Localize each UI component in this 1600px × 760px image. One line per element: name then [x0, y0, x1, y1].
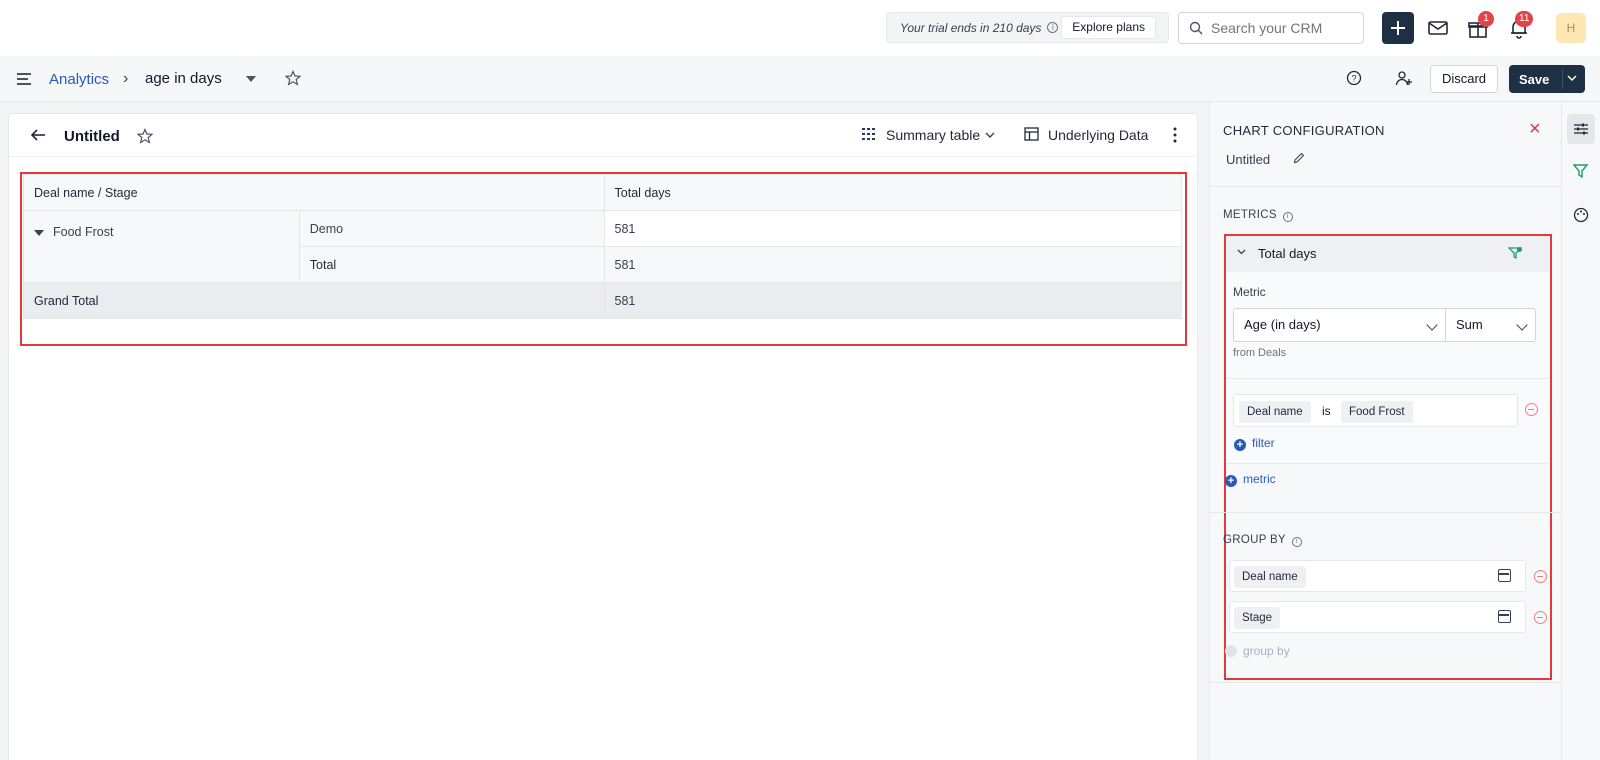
info-icon[interactable]: i	[1291, 537, 1302, 547]
save-label: Save	[1519, 72, 1550, 87]
more-options-icon[interactable]	[1173, 127, 1177, 143]
info-icon[interactable]: i	[1282, 212, 1293, 222]
groupby-chip[interactable]: Stage	[1234, 607, 1281, 629]
back-arrow-icon[interactable]	[30, 128, 46, 142]
groupby-section-label: GROUP BY i	[1223, 534, 1302, 547]
add-metric-link[interactable]: + metric	[1225, 472, 1276, 487]
column-header[interactable]: Deal name / Stage	[23, 174, 605, 211]
star-icon[interactable]	[137, 128, 153, 144]
right-rail	[1561, 102, 1600, 760]
filter-value-chip[interactable]: Food Frost	[1341, 401, 1413, 423]
report-name[interactable]: age in days	[145, 70, 222, 87]
divider	[1209, 186, 1561, 187]
column-header[interactable]: Total days	[603, 174, 1183, 211]
deal-name: Food Frost	[53, 225, 114, 239]
panel-title: CHART CONFIGURATION	[1223, 123, 1385, 138]
plus-circle-icon: +	[1234, 439, 1246, 451]
filter-check-icon[interactable]	[1508, 246, 1522, 260]
table-row: Food Frost Demo 581	[23, 210, 1183, 283]
filter-operator[interactable]: is	[1322, 404, 1331, 418]
chevron-down-icon[interactable]	[985, 132, 995, 139]
metric-name[interactable]: Total days	[1258, 246, 1317, 261]
breadcrumb-separator: ›	[123, 70, 129, 87]
grand-total-label: Grand Total	[23, 282, 605, 319]
metrics-section-label: METRICS i	[1223, 209, 1293, 222]
aggregation-value: Sum	[1456, 317, 1483, 332]
metric-field-value: Age (in days)	[1244, 317, 1321, 332]
caret-down-icon[interactable]	[246, 76, 256, 82]
trial-banner: Your trial ends in 210 days i Explore pl…	[886, 12, 1169, 43]
explore-plans-button[interactable]: Explore plans	[1061, 16, 1156, 39]
metric-source: from Deals	[1233, 347, 1287, 359]
create-button[interactable]	[1382, 12, 1414, 44]
aggregation-select[interactable]: Sum	[1445, 308, 1536, 342]
mail-icon[interactable]	[1426, 16, 1450, 40]
plus-circle-icon: +	[1225, 475, 1237, 487]
info-icon[interactable]: i	[1047, 22, 1059, 33]
svg-text:?: ?	[1351, 74, 1356, 84]
trial-text: Your trial ends in 210 days	[900, 20, 1042, 35]
filter-row[interactable]: Deal name is Food Frost	[1233, 394, 1518, 427]
close-icon[interactable]: ×	[1529, 118, 1541, 141]
remove-groupby-icon[interactable]	[1534, 570, 1547, 583]
groupby-row[interactable]: Deal name	[1229, 560, 1526, 592]
save-divider	[1562, 69, 1563, 89]
discard-button[interactable]: Discard	[1430, 65, 1498, 93]
search-input[interactable]	[1211, 20, 1361, 36]
pencil-icon[interactable]	[1293, 152, 1305, 164]
metric-field-label: Metric	[1233, 285, 1266, 299]
divider	[1209, 512, 1561, 513]
grand-total-row: Grand Total 581	[23, 282, 1183, 319]
chevron-down-icon	[1426, 319, 1438, 331]
subtotal-value: 581	[603, 246, 1183, 283]
metric-field-select[interactable]: Age (in days)	[1233, 308, 1446, 342]
sliders-icon[interactable]	[1573, 122, 1589, 136]
avatar[interactable]: H	[1556, 13, 1586, 43]
grand-total-value: 581	[603, 282, 1183, 319]
add-filter-link[interactable]: + filter	[1234, 436, 1275, 451]
table-grid-icon	[862, 128, 876, 140]
deal-cell[interactable]: Food Frost	[23, 210, 300, 283]
card-header	[8, 113, 1198, 157]
share-user-icon[interactable]	[1395, 69, 1413, 87]
gift-badge: 1	[1478, 11, 1494, 27]
table-icon	[1024, 127, 1039, 141]
chevron-down-icon[interactable]	[1237, 249, 1246, 255]
palette-icon[interactable]	[1573, 207, 1589, 223]
subtotal-label: Total	[298, 246, 605, 283]
table-header-row: Deal name / Stage Total days	[23, 174, 1183, 211]
calendar-icon[interactable]	[1498, 569, 1511, 582]
summary-table: Deal name / Stage Total days Food Frost …	[23, 174, 1183, 319]
star-icon[interactable]	[285, 70, 301, 86]
divider	[1209, 682, 1561, 683]
chart-type-dropdown[interactable]: Summary table	[886, 127, 980, 143]
underlying-data-button[interactable]: Underlying Data	[1048, 127, 1148, 143]
filter-field-chip[interactable]: Deal name	[1239, 401, 1311, 423]
filter-icon[interactable]	[1573, 163, 1589, 179]
search-icon	[1189, 21, 1203, 35]
remove-groupby-icon[interactable]	[1534, 611, 1547, 624]
stage-cell: Demo	[298, 210, 605, 247]
plus-circle-icon	[1225, 645, 1237, 657]
value-cell: 581	[603, 210, 1183, 247]
remove-filter-icon[interactable]	[1525, 403, 1538, 416]
notification-badge: 11	[1515, 11, 1534, 27]
chevron-down-icon	[1516, 319, 1528, 331]
menu-icon[interactable]	[16, 72, 32, 86]
chart-name[interactable]: Untitled	[1226, 152, 1270, 167]
search-box[interactable]	[1178, 12, 1364, 44]
chart-title[interactable]: Untitled	[64, 128, 120, 145]
breadcrumb-analytics[interactable]: Analytics	[49, 71, 109, 88]
help-icon[interactable]: ?	[1346, 70, 1362, 86]
plus-icon	[1391, 21, 1405, 35]
add-groupby-link[interactable]: group by	[1225, 644, 1290, 658]
groupby-chip[interactable]: Deal name	[1234, 566, 1306, 588]
collapse-triangle-icon[interactable]	[34, 229, 44, 236]
divider	[1226, 378, 1549, 379]
save-button[interactable]: Save	[1509, 65, 1585, 93]
chevron-down-icon[interactable]	[1567, 75, 1577, 82]
calendar-icon[interactable]	[1498, 610, 1511, 623]
groupby-row[interactable]: Stage	[1229, 601, 1526, 633]
